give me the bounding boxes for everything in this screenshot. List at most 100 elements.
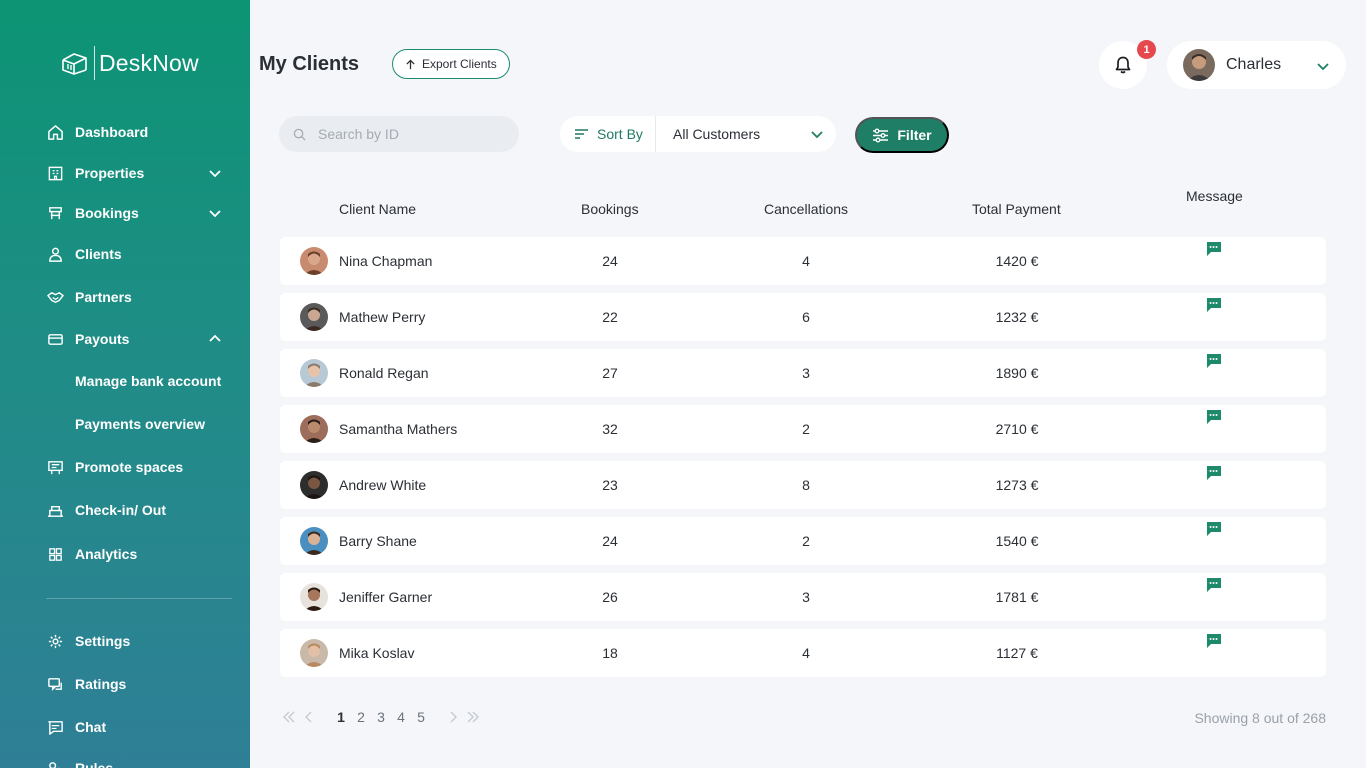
message-icon[interactable] — [1205, 409, 1222, 425]
client-name: Samantha Mathers — [339, 421, 458, 437]
sliders-icon — [873, 128, 889, 142]
total-payment-value: 1781 € — [995, 589, 1039, 605]
page-3[interactable]: 3 — [371, 709, 391, 725]
search-input[interactable] — [318, 126, 498, 142]
sort-icon — [575, 129, 588, 139]
column-header-bookings[interactable]: Bookings — [581, 201, 639, 217]
table-row[interactable]: Ronald Regan 27 3 1890 € — [280, 349, 1326, 397]
sidebar-item-bookings[interactable]: Bookings — [46, 201, 226, 225]
bookings-icon — [46, 204, 64, 222]
cancellations-value: 3 — [802, 365, 810, 381]
table-row[interactable]: Mathew Perry 22 6 1232 € — [280, 293, 1326, 341]
sidebar-item-analytics[interactable]: Analytics — [46, 542, 226, 566]
sidebar-item-label: Rules — [75, 760, 114, 768]
sidebar-item-payouts[interactable]: Payouts — [46, 327, 226, 351]
chevron-down-icon[interactable] — [208, 166, 222, 180]
building-icon — [46, 164, 64, 182]
message-icon[interactable] — [1205, 465, 1222, 481]
table-row[interactable]: Barry Shane 24 2 1540 € — [280, 517, 1326, 565]
last-page-icon[interactable] — [463, 709, 483, 725]
customer-select[interactable]: All Customers — [656, 116, 836, 152]
table-row[interactable]: Jeniffer Garner 26 3 1781 € — [280, 573, 1326, 621]
gear-icon — [46, 632, 64, 650]
sidebar: DeskNow Dashboard Properties Bookings Cl… — [0, 0, 250, 768]
sidebar-item-label: Properties — [75, 165, 145, 181]
sidebar-subitem-payments-overview[interactable]: Payments overview — [75, 416, 205, 432]
sidebar-divider — [46, 598, 232, 599]
cancellations-value: 6 — [802, 309, 810, 325]
sidebar-item-label: Chat — [75, 719, 107, 735]
home-icon — [46, 123, 64, 141]
client-avatar — [300, 303, 328, 331]
sort-by-button[interactable]: Sort By — [560, 116, 656, 152]
pagination: 1 2 3 4 5 — [279, 709, 483, 725]
page-4[interactable]: 4 — [391, 709, 411, 725]
customer-select-value: All Customers — [673, 126, 761, 142]
sidebar-item-label: Bookings — [75, 205, 139, 221]
sidebar-item-properties[interactable]: Properties — [46, 161, 226, 185]
sidebar-item-clients[interactable]: Clients — [46, 242, 226, 266]
client-avatar — [300, 415, 328, 443]
sidebar-item-chat[interactable]: Chat — [46, 715, 226, 739]
page-2[interactable]: 2 — [351, 709, 371, 725]
sidebar-item-check-in-out[interactable]: Check-in/ Out — [46, 498, 226, 522]
chevron-up-icon[interactable] — [208, 332, 222, 346]
column-header-total-payment[interactable]: Total Payment — [972, 201, 1061, 217]
bookings-value: 24 — [602, 253, 618, 269]
message-icon[interactable] — [1205, 577, 1222, 593]
client-name: Nina Chapman — [339, 253, 433, 269]
sidebar-subitem-manage-bank-account[interactable]: Manage bank account — [75, 373, 221, 389]
total-payment-value: 1890 € — [995, 365, 1039, 381]
cancellations-value: 3 — [802, 589, 810, 605]
page-5[interactable]: 5 — [411, 709, 431, 725]
sidebar-item-label: Payouts — [75, 331, 130, 347]
table-row[interactable]: Nina Chapman 24 4 1420 € — [280, 237, 1326, 285]
filter-button[interactable]: Filter — [855, 117, 949, 153]
first-page-icon[interactable] — [279, 709, 299, 725]
chevron-down-icon — [811, 131, 823, 139]
notification-badge: 1 — [1137, 40, 1156, 59]
handshake-icon — [46, 288, 64, 306]
sidebar-item-rules[interactable]: Rules — [46, 756, 226, 768]
logo[interactable]: DeskNow — [60, 46, 199, 80]
total-payment-value: 1420 € — [995, 253, 1039, 269]
bookings-value: 26 — [602, 589, 618, 605]
bell-icon — [1115, 56, 1131, 74]
total-payment-value: 1127 € — [996, 645, 1038, 661]
table-row[interactable]: Samantha Mathers 32 2 2710 € — [280, 405, 1326, 453]
sidebar-item-label: Dashboard — [75, 124, 149, 140]
total-payment-value: 2710 € — [995, 421, 1039, 437]
sidebar-item-label: Clients — [75, 246, 122, 262]
prev-page-icon[interactable] — [299, 709, 319, 725]
bookings-value: 18 — [602, 645, 618, 661]
arrow-up-icon — [406, 58, 415, 69]
sidebar-item-settings[interactable]: Settings — [46, 629, 226, 653]
table-row[interactable]: Andrew White 23 8 1273 € — [280, 461, 1326, 509]
client-avatar — [300, 471, 328, 499]
checkin-icon — [46, 501, 64, 519]
sidebar-item-partners[interactable]: Partners — [46, 285, 226, 309]
sidebar-item-dashboard[interactable]: Dashboard — [46, 120, 226, 144]
message-icon[interactable] — [1205, 633, 1222, 649]
message-icon[interactable] — [1205, 353, 1222, 369]
column-header-client-name[interactable]: Client Name — [339, 201, 416, 217]
chat-icon — [46, 718, 64, 736]
sidebar-item-ratings[interactable]: Ratings — [46, 672, 226, 696]
chevron-down-icon[interactable] — [208, 206, 222, 220]
page-1[interactable]: 1 — [331, 709, 351, 725]
client-name: Mathew Perry — [339, 309, 426, 325]
message-icon[interactable] — [1205, 521, 1222, 537]
message-icon[interactable] — [1205, 241, 1222, 257]
message-icon[interactable] — [1205, 297, 1222, 313]
cancellations-value: 4 — [802, 645, 810, 661]
user-menu[interactable]: Charles — [1167, 41, 1346, 89]
bookings-value: 23 — [602, 477, 618, 493]
column-header-cancellations[interactable]: Cancellations — [764, 201, 848, 217]
logo-divider — [94, 46, 95, 80]
export-clients-button[interactable]: Export Clients — [392, 49, 510, 79]
next-page-icon[interactable] — [443, 709, 463, 725]
client-avatar — [300, 639, 328, 667]
sidebar-item-promote-spaces[interactable]: Promote spaces — [46, 455, 226, 479]
showing-count: Showing 8 out of 268 — [1194, 710, 1326, 726]
table-row[interactable]: Mika Koslav 18 4 1127 € — [280, 629, 1326, 677]
